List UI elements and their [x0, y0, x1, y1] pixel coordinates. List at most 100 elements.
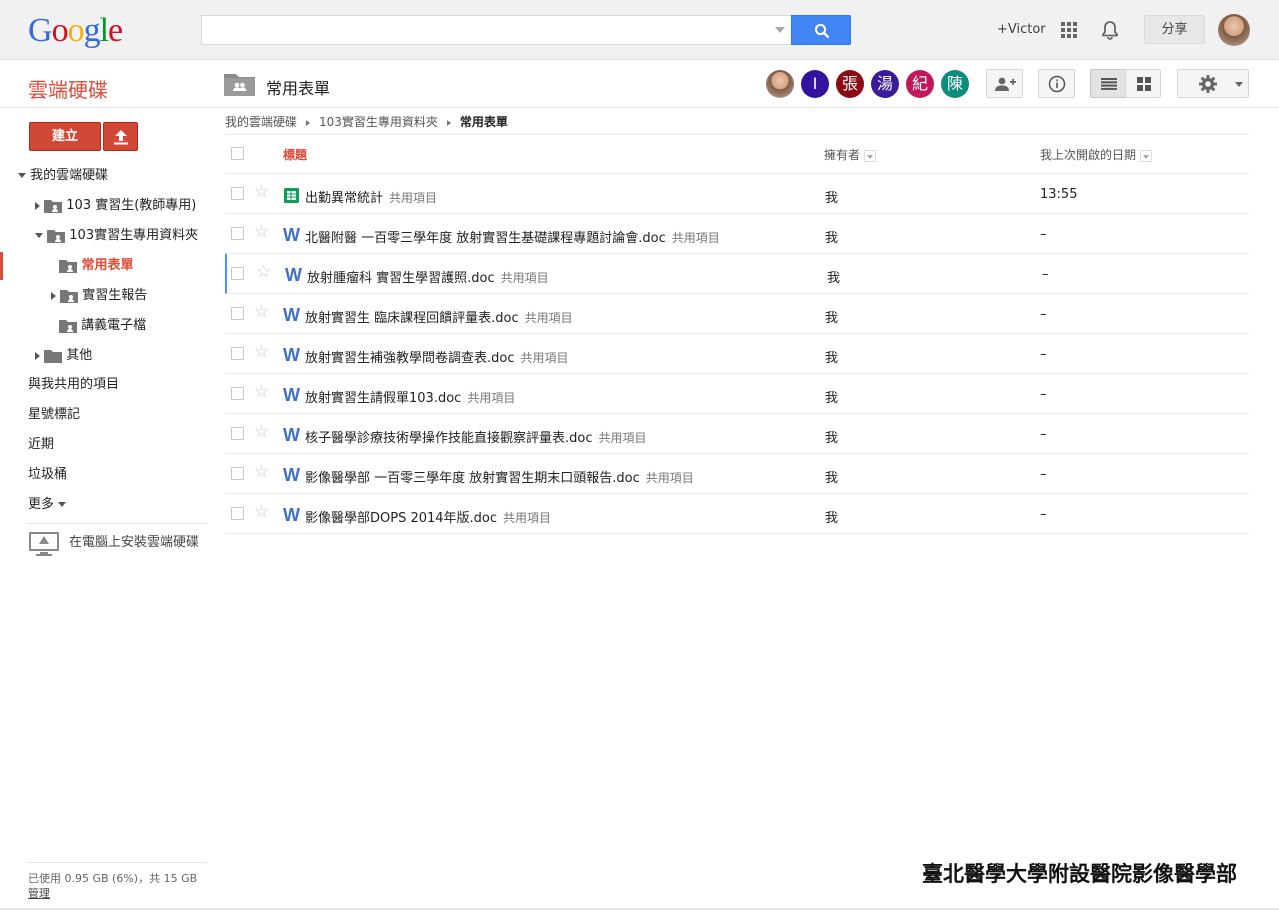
sidebar-item-intern-reports[interactable]: 實習生報告: [51, 284, 147, 308]
sidebar-item-shared-with-me[interactable]: 與我共用的項目: [28, 373, 119, 397]
app-title[interactable]: 雲端硬碟: [28, 74, 108, 103]
create-button[interactable]: 建立: [29, 122, 101, 151]
star-icon[interactable]: ☆: [254, 463, 269, 481]
search-input[interactable]: [201, 15, 791, 45]
row-checkbox[interactable]: [231, 307, 244, 320]
table-row[interactable]: ☆ W 影像醫學部 一百零三學年度 放射實習生期末口頭報告.doc 共用項目 我 –: [225, 454, 1249, 494]
file-owner: 我: [825, 191, 839, 206]
sidebar-item-lecture-files[interactable]: 講義電子檔: [59, 314, 146, 338]
google-logo[interactable]: Google: [28, 12, 123, 50]
file-name-text[interactable]: 影像醫學部 一百零三學年度 放射實習生期末口頭報告.doc: [305, 471, 640, 486]
search-button[interactable]: [791, 15, 851, 45]
row-checkbox[interactable]: [231, 267, 244, 280]
row-checkbox[interactable]: [231, 467, 244, 480]
file-name-text[interactable]: 核子醫學診療技術學操作技能直接觀察評量表.doc: [305, 431, 593, 446]
table-row[interactable]: ☆ W 放射實習生請假單103.doc 共用項目 我 –: [225, 374, 1249, 414]
sidebar-item-common-forms[interactable]: 常用表單: [59, 254, 134, 278]
sidebar-item-more[interactable]: 更多: [28, 493, 67, 517]
grid-view-button[interactable]: [1125, 69, 1161, 98]
notifications-bell-icon[interactable]: [1101, 20, 1119, 44]
star-icon[interactable]: ☆: [254, 343, 269, 361]
shared-user-avatar[interactable]: 張: [836, 70, 864, 98]
file-name[interactable]: 影像醫學部DOPS 2014年版.doc 共用項目: [305, 507, 551, 526]
star-icon[interactable]: ☆: [254, 503, 269, 521]
date-sort-icon[interactable]: [1140, 149, 1153, 162]
shared-user-avatar[interactable]: I: [801, 70, 829, 98]
shared-user-avatar[interactable]: 湯: [871, 70, 899, 98]
shared-user-avatar[interactable]: [766, 70, 794, 98]
file-name-text[interactable]: 出勤異常統計: [305, 191, 383, 206]
star-icon[interactable]: ☆: [254, 223, 269, 241]
breadcrumb-103-folder[interactable]: 103實習生專用資料夾: [319, 115, 438, 129]
file-last-opened: –: [1040, 467, 1047, 482]
sidebar-item-103-teacher[interactable]: 103 實習生(教師專用): [35, 194, 196, 218]
file-name[interactable]: 放射實習生請假單103.doc 共用項目: [305, 387, 515, 406]
apps-grid-icon[interactable]: [1061, 22, 1077, 38]
breadcrumb-my-drive[interactable]: 我的雲端硬碟: [225, 115, 297, 129]
search-icon: [814, 23, 830, 39]
file-name-text[interactable]: 北醫附醫 一百零三學年度 放射實習生基礎課程專題討論會.doc: [305, 231, 666, 246]
select-all-checkbox[interactable]: [231, 147, 244, 160]
row-checkbox[interactable]: [231, 347, 244, 360]
table-row[interactable]: ☆ 出勤異常統計 共用項目 我 13:55: [225, 174, 1249, 214]
row-checkbox[interactable]: [231, 227, 244, 240]
collapsed-arrow-icon: [35, 351, 40, 360]
folder-icon: [44, 349, 63, 363]
row-checkbox[interactable]: [231, 507, 244, 520]
sidebar-item-starred[interactable]: 星號標記: [28, 403, 80, 427]
star-icon[interactable]: ☆: [256, 263, 271, 281]
shared-user-avatar[interactable]: 紀: [906, 70, 934, 98]
file-name[interactable]: 核子醫學診療技術學操作技能直接觀察評量表.doc 共用項目: [305, 427, 647, 446]
file-name[interactable]: 出勤異常統計 共用項目: [305, 187, 437, 206]
share-button[interactable]: 分享: [1144, 15, 1205, 44]
star-icon[interactable]: ☆: [254, 383, 269, 401]
star-icon[interactable]: ☆: [254, 303, 269, 321]
row-checkbox[interactable]: [231, 387, 244, 400]
star-icon[interactable]: ☆: [254, 423, 269, 441]
file-name-text[interactable]: 影像醫學部DOPS 2014年版.doc: [305, 511, 497, 526]
last-opened-header-label: 我上次開啟的日期: [1040, 148, 1137, 162]
settings-button[interactable]: [1177, 69, 1249, 98]
row-checkbox[interactable]: [231, 187, 244, 200]
file-name-text[interactable]: 放射實習生請假單103.doc: [305, 391, 461, 406]
manage-storage-link[interactable]: 管理: [28, 886, 197, 901]
row-checkbox[interactable]: [231, 427, 244, 440]
star-icon[interactable]: ☆: [254, 183, 269, 201]
last-opened-column-header[interactable]: 我上次開啟的日期: [1040, 146, 1153, 163]
owner-column-header[interactable]: 擁有者: [824, 146, 877, 163]
account-avatar[interactable]: [1218, 14, 1250, 46]
sidebar-item-trash[interactable]: 垃圾桶: [28, 463, 67, 487]
shared-user-avatar[interactable]: 陳: [941, 70, 969, 98]
table-row[interactable]: ☆ W 核子醫學診療技術學操作技能直接觀察評量表.doc 共用項目 我 –: [225, 414, 1249, 454]
user-profile-link[interactable]: +Victor: [997, 22, 1046, 37]
file-name-text[interactable]: 放射實習生 臨床課程回饋評量表.doc: [305, 311, 519, 326]
sidebar-item-label: 我的雲端硬碟: [30, 168, 109, 183]
sidebar-item-my-drive[interactable]: 我的雲端硬碟: [18, 164, 108, 188]
shared-tag: 共用項目: [598, 431, 647, 445]
file-name-text[interactable]: 放射腫瘤科 實習生學習護照.doc: [307, 271, 495, 286]
shared-folder-icon: [59, 259, 77, 273]
list-view-button[interactable]: [1090, 69, 1126, 98]
word-document-icon: W: [283, 225, 300, 245]
sidebar-item-103-folder[interactable]: 103實習生專用資料夾: [35, 224, 198, 248]
nav-divider: [27, 523, 207, 524]
file-name-text[interactable]: 放射實習生補強教學問卷調查表.doc: [305, 351, 515, 366]
file-name[interactable]: 影像醫學部 一百零三學年度 放射實習生期末口頭報告.doc 共用項目: [305, 467, 694, 486]
table-row[interactable]: ☆ W 放射實習生補強教學問卷調查表.doc 共用項目 我 –: [225, 334, 1249, 374]
share-folder-button[interactable]: [986, 69, 1023, 98]
file-name[interactable]: 北醫附醫 一百零三學年度 放射實習生基礎課程專題討論會.doc 共用項目: [305, 227, 720, 246]
file-name[interactable]: 放射實習生補強教學問卷調查表.doc 共用項目: [305, 347, 569, 366]
sidebar-item-other[interactable]: 其他: [35, 344, 92, 368]
search-options-dropdown-icon[interactable]: [775, 27, 785, 33]
table-row[interactable]: ☆ W 放射實習生 臨床課程回饋評量表.doc 共用項目 我 –: [225, 294, 1249, 334]
details-button[interactable]: [1038, 69, 1075, 98]
table-row[interactable]: ☆ W 放射腫瘤科 實習生學習護照.doc 共用項目 我 –: [225, 254, 1249, 294]
sidebar-item-recent[interactable]: 近期: [28, 433, 54, 457]
upload-button[interactable]: [103, 122, 138, 151]
table-row[interactable]: ☆ W 北醫附醫 一百零三學年度 放射實習生基礎課程專題討論會.doc 共用項目 我 –: [225, 214, 1249, 254]
file-name[interactable]: 放射實習生 臨床課程回饋評量表.doc 共用項目: [305, 307, 573, 326]
owner-sort-icon[interactable]: [864, 149, 877, 162]
file-name[interactable]: 放射腫瘤科 實習生學習護照.doc 共用項目: [307, 267, 549, 286]
table-row[interactable]: ☆ W 影像醫學部DOPS 2014年版.doc 共用項目 我 –: [225, 494, 1249, 534]
title-column-header[interactable]: 標題: [283, 146, 307, 163]
